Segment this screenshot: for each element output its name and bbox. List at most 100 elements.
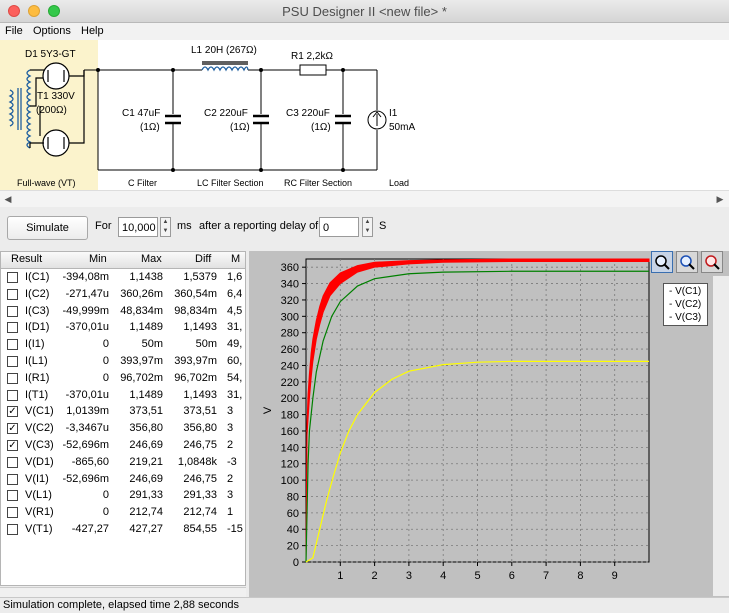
table-row[interactable]: I(I1) 0 50m 50m 49, (1, 336, 245, 353)
duration-stepper[interactable]: ▲ ▼ (160, 217, 171, 237)
table-row[interactable]: ✓ V(C1) 1,0139m 373,51 373,51 3 (1, 403, 245, 420)
table-row[interactable]: I(R1) 0 96,702m 96,702m 54, (1, 370, 245, 387)
graph-vertical-scrollbar[interactable] (713, 276, 729, 596)
cell-m: 60, (227, 355, 243, 367)
table-row[interactable]: V(D1) -865,60 219,21 1,0848k -3 (1, 454, 245, 471)
column-header-max[interactable]: Max (141, 253, 162, 265)
simulate-button[interactable]: Simulate (7, 216, 88, 240)
column-header-diff[interactable]: Diff (195, 253, 211, 265)
cell-m: 1,6 (227, 271, 243, 283)
row-checkbox[interactable] (7, 456, 18, 468)
capacitor-c3-symbol[interactable] (335, 114, 351, 125)
table-row[interactable]: ✓ V(C3) -52,696m 246,69 246,75 2 (1, 437, 245, 454)
current-source-symbol[interactable] (367, 110, 387, 130)
menu-help[interactable]: Help (81, 25, 104, 37)
cell-diff: 50m (195, 338, 217, 351)
zoom-out-icon[interactable] (701, 251, 723, 273)
cell-diff: 1,1493 (183, 388, 217, 401)
cell-diff: 96,702m (174, 371, 217, 384)
capacitor-c1-symbol[interactable] (165, 114, 181, 125)
inductor-l1-symbol[interactable] (201, 61, 249, 72)
row-checkbox[interactable] (7, 507, 18, 519)
column-header-result[interactable]: Result (11, 253, 42, 265)
c3-label: C3 220uF (286, 108, 330, 119)
graph-panel: 0 20 40 60 80 100 120 140 160 180 200 220 240 260 280 3… (249, 251, 729, 597)
transformer-resistance-label: (200Ω) (36, 105, 67, 116)
table-row[interactable]: ✓ V(C2) -3,3467u 356,80 356,80 3 (1, 420, 245, 437)
zoom-select-icon[interactable] (651, 251, 673, 273)
table-row[interactable]: V(L1) 0 291,33 291,33 3 (1, 487, 245, 504)
row-checkbox[interactable] (7, 356, 18, 367)
table-row[interactable]: I(C3) -49,999m 48,834m 98,834m 4,5 (1, 303, 245, 320)
cell-diff: 1,0848k (177, 455, 217, 468)
c3-resistance-label: (1Ω) (311, 122, 331, 133)
menu-options[interactable]: Options (33, 25, 71, 37)
table-row[interactable]: I(T1) -370,01u 1,1489 1,1493 31, (1, 387, 245, 404)
zoom-in-icon[interactable] (676, 251, 698, 273)
row-checkbox[interactable] (7, 524, 18, 535)
row-checkbox[interactable] (7, 305, 18, 317)
row-checkbox[interactable]: ✓ (7, 440, 18, 451)
y-axis-label: V (262, 406, 274, 414)
ms-label: ms (177, 220, 192, 232)
row-checkbox[interactable]: ✓ (7, 406, 18, 418)
cell-max: 360,26m (120, 287, 163, 300)
cell-min: -52,696m (62, 472, 109, 485)
cell-min: 0 (102, 506, 109, 519)
resistor-r1-symbol[interactable] (299, 64, 327, 76)
scroll-left-icon[interactable]: ◀ (1, 191, 15, 207)
table-row[interactable]: I(D1) -370,01u 1,1489 1,1493 31, (1, 319, 245, 336)
delay-input[interactable]: 0 (319, 217, 359, 237)
delay-stepper[interactable]: ▲ ▼ (362, 217, 373, 237)
duration-input[interactable]: 10,000 (118, 217, 158, 237)
column-header-mean[interactable]: M (231, 253, 240, 265)
cell-diff: 212,74 (183, 506, 217, 519)
table-row[interactable]: I(C2) -271,47u 360,26m 360,54m 6,4 (1, 286, 245, 303)
results-table: Result Min Max Diff M I(C1) -394,08m 1,143… (0, 251, 246, 586)
r1-label: R1 2,2kΩ (291, 51, 333, 62)
row-checkbox[interactable] (7, 322, 18, 334)
table-row[interactable]: V(R1) 0 212,74 212,74 1 (1, 504, 245, 521)
row-checkbox[interactable] (7, 339, 18, 351)
cell-m: -15 (227, 523, 243, 535)
table-row[interactable]: V(I1) -52,696m 246,69 246,75 2 (1, 471, 245, 488)
results-table-header: Result Min Max Diff M (1, 252, 245, 269)
rc-filter-label: RC Filter Section (284, 178, 353, 188)
table-row[interactable]: I(L1) 0 393,97m 393,97m 60, (1, 353, 245, 370)
table-row[interactable]: V(T1) -427,27 427,27 854,55 -15 (1, 521, 245, 538)
row-checkbox[interactable] (7, 490, 18, 502)
cell-max: 1,1489 (129, 388, 163, 401)
column-header-min[interactable]: Min (89, 253, 107, 265)
row-checkbox[interactable] (7, 372, 18, 384)
cell-min: -394,08m (62, 271, 109, 283)
circuit-horizontal-scrollbar[interactable]: ◀ ▶ (0, 190, 729, 208)
menu-file[interactable]: File (5, 25, 23, 37)
c2-resistance-label: (1Ω) (230, 122, 250, 133)
row-checkbox[interactable] (7, 473, 18, 485)
c1-label: C1 47uF (122, 108, 161, 119)
row-checkbox[interactable] (7, 288, 18, 300)
scroll-right-icon[interactable]: ▶ (713, 191, 727, 207)
y-tick-label: 60 (287, 508, 299, 520)
y-tick-label: 160 (281, 426, 299, 438)
row-checkbox[interactable] (7, 272, 18, 283)
y-tick-label: 140 (281, 442, 299, 454)
cell-max: 96,702m (120, 371, 163, 384)
row-checkbox[interactable] (7, 389, 18, 401)
cell-diff: 246,75 (183, 439, 217, 451)
capacitor-c2-symbol[interactable] (253, 114, 269, 125)
x-tick-label: 4 (440, 570, 446, 582)
voltage-chart[interactable]: 0 20 40 60 80 100 120 140 160 180 200 220 240 260 280 3… (249, 251, 714, 597)
legend-label-vc1: V(C1) (675, 286, 702, 297)
cell-diff: 854,55 (183, 523, 217, 535)
cell-min: -865,60 (71, 455, 109, 468)
x-tick-label: 3 (406, 570, 412, 582)
row-checkbox[interactable]: ✓ (7, 423, 18, 435)
lc-filter-label: LC Filter Section (197, 178, 264, 188)
table-row[interactable]: I(C1) -394,08m 1,1438 1,5379 1,6 (1, 269, 245, 286)
cell-min: 0 (102, 338, 109, 351)
cell-max: 291,33 (129, 489, 163, 502)
status-text: Simulation complete, elapsed time 2,88 s… (3, 599, 240, 611)
x-tick-label: 2 (372, 570, 378, 582)
cell-max: 427,27 (129, 523, 163, 535)
